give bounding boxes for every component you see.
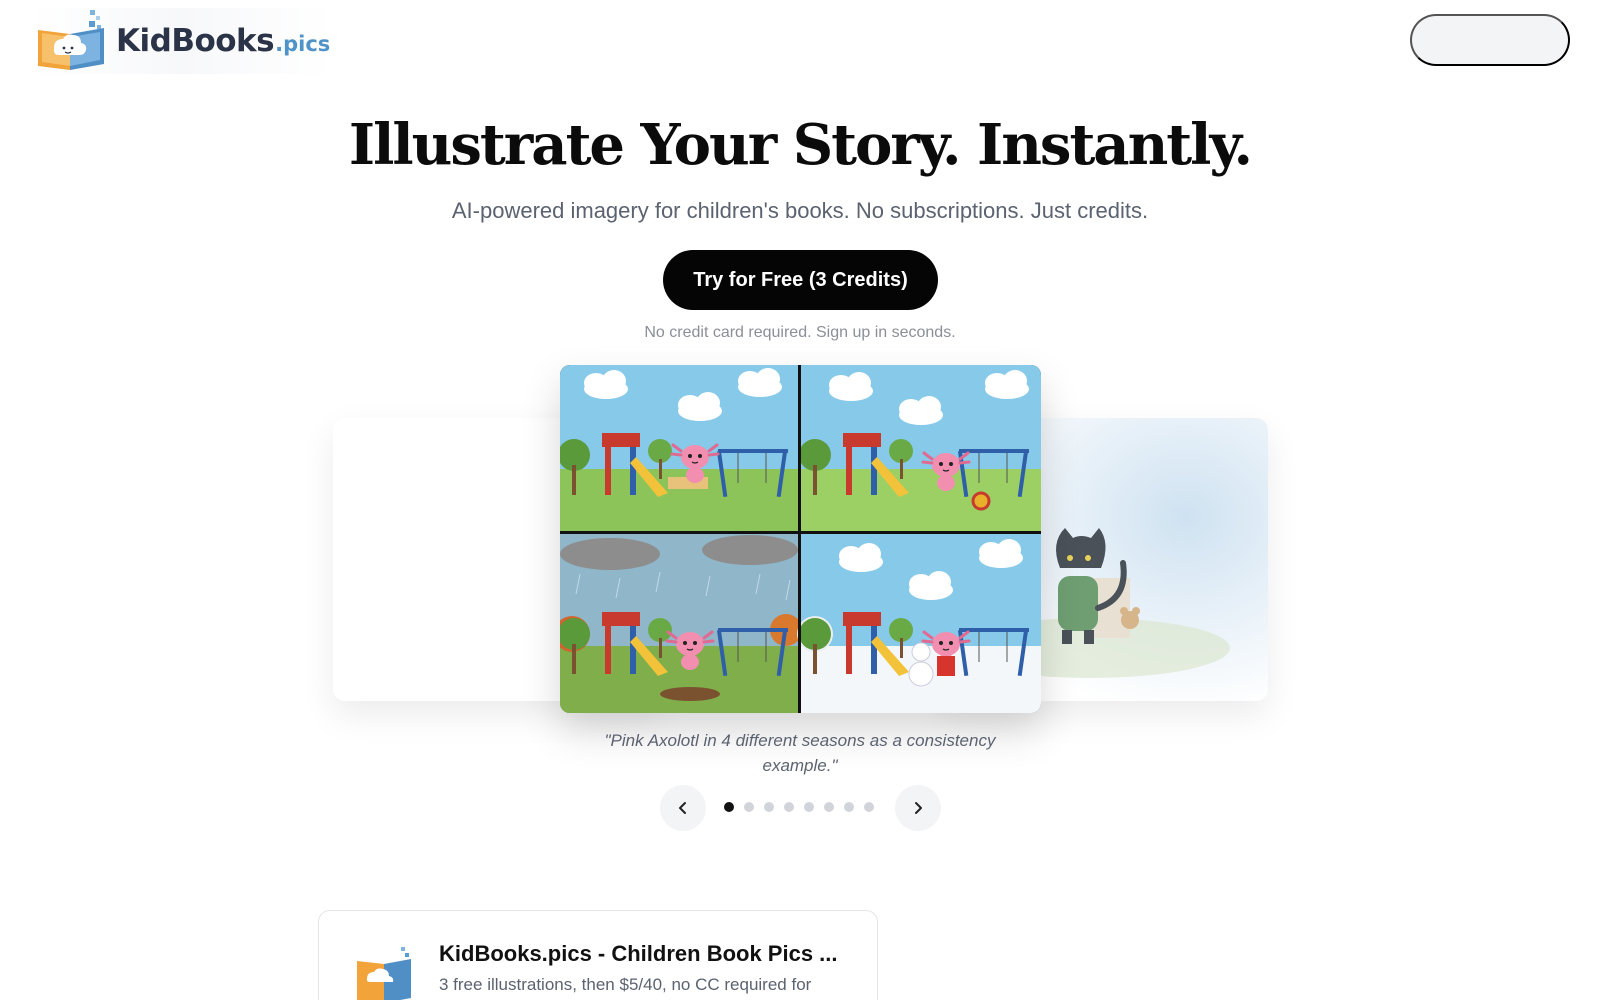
carousel-dot-6[interactable] bbox=[824, 802, 834, 812]
chevron-left-icon bbox=[679, 802, 686, 814]
header-account-button[interactable] bbox=[1410, 14, 1570, 66]
carousel-dot-5[interactable] bbox=[804, 802, 814, 812]
hero-subtitle: AI-powered imagery for children's books.… bbox=[451, 198, 1149, 223]
embed-card-title: KidBooks.pics - Children Book Pics ... bbox=[439, 941, 838, 966]
carousel-dot-2[interactable] bbox=[744, 802, 754, 812]
axolotl-seasons-image bbox=[560, 365, 1041, 713]
carousel-dot-8[interactable] bbox=[864, 802, 874, 812]
carousel-dot-1[interactable] bbox=[724, 802, 734, 812]
chevron-right-icon bbox=[915, 802, 922, 814]
logo-wordmark: KidBooks bbox=[116, 23, 275, 59]
cta-note: No credit card required. Sign up in seco… bbox=[644, 324, 956, 341]
landing-page: KidBooks .pics Illustrate Your Story. In… bbox=[0, 0, 1600, 1000]
carousel-dots bbox=[724, 802, 874, 812]
hero-title: Illustrate Your Story. Instantly. bbox=[348, 112, 1253, 178]
carousel-dot-7[interactable] bbox=[844, 802, 854, 812]
carousel-prev-button[interactable] bbox=[660, 785, 706, 831]
logo-domain-suffix: .pics bbox=[275, 32, 331, 56]
book-cloud-logo-icon bbox=[357, 947, 411, 1000]
carousel-next-button[interactable] bbox=[895, 785, 941, 831]
carousel-caption: "Pink Axolotl in 4 different seasons as … bbox=[604, 731, 996, 775]
carousel-active-slide[interactable] bbox=[560, 365, 1041, 713]
site-logo[interactable]: KidBooks .pics bbox=[30, 8, 335, 74]
carousel-dot-3[interactable] bbox=[764, 802, 774, 812]
product-embed-card[interactable]: KidBooks.pics - Children Book Pics ... 3… bbox=[318, 910, 878, 1000]
book-cloud-logo-icon bbox=[38, 10, 104, 70]
carousel-dot-4[interactable] bbox=[784, 802, 794, 812]
embed-card-description: 3 free illustrations, then $5/40, no CC … bbox=[439, 975, 812, 994]
try-for-free-button[interactable]: Try for Free (3 Credits) bbox=[663, 250, 938, 310]
